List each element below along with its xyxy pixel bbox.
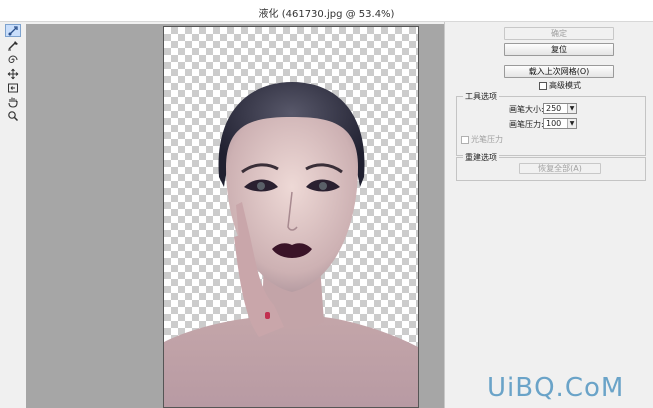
bloat-tool[interactable] xyxy=(5,67,21,80)
load-last-mesh-button[interactable]: 载入上次网格(O) xyxy=(504,65,614,78)
liquify-toolbar xyxy=(4,24,22,134)
twirl-icon xyxy=(8,55,18,63)
push-left-tool[interactable] xyxy=(5,81,21,94)
twirl-tool[interactable] xyxy=(5,53,21,66)
chevron-down-icon[interactable]: ▼ xyxy=(567,119,576,128)
push-left-icon xyxy=(8,83,18,92)
reset-button[interactable]: 复位 xyxy=(504,43,614,56)
tool-options-legend: 工具选项 xyxy=(463,91,499,102)
checkbox-box[interactable] xyxy=(461,135,469,144)
forward-warp-icon xyxy=(8,25,18,35)
brush-pressure-select[interactable]: 100 ▼ xyxy=(543,118,577,129)
hand-icon xyxy=(8,97,18,108)
brush-pressure-value: 100 xyxy=(546,119,562,128)
bloat-icon xyxy=(7,68,19,79)
reconstruct-tool[interactable] xyxy=(5,38,21,51)
title-bar: 液化 (461730.jpg @ 53.4%) xyxy=(0,0,653,22)
chevron-down-icon[interactable]: ▼ xyxy=(567,104,576,113)
watermark-logo: UiBQ.CoM xyxy=(487,373,625,403)
stylus-pressure-label: 光笔压力 xyxy=(471,135,503,144)
advanced-mode-checkbox[interactable]: 高级模式 xyxy=(539,80,581,91)
brush-size-value: 250 xyxy=(546,104,562,113)
stylus-pressure-checkbox[interactable]: 光笔压力 xyxy=(461,134,503,145)
restore-all-button[interactable]: 恢复全部(A) xyxy=(519,163,601,174)
image-canvas[interactable] xyxy=(163,26,419,408)
hand-tool[interactable] xyxy=(5,95,21,108)
reconstruct-options-group: 重建选项 恢复全部(A) xyxy=(456,152,646,181)
brush-size-label: 画笔大小: xyxy=(509,105,544,114)
options-panel: 确定 复位 载入上次网格(O) 高级模式 工具选项 画笔大小: 250 ▼ 画笔… xyxy=(444,22,653,408)
brush-size-select[interactable]: 250 ▼ xyxy=(543,103,577,114)
forward-warp-tool[interactable] xyxy=(5,24,21,37)
preview-workspace[interactable] xyxy=(26,24,444,408)
brush-pressure-label: 画笔压力: xyxy=(509,120,544,129)
portrait-image xyxy=(164,82,418,407)
reconstruct-options-legend: 重建选项 xyxy=(463,152,499,163)
ok-button[interactable]: 确定 xyxy=(504,27,614,40)
reconstruct-brush-icon xyxy=(8,40,18,50)
tool-options-group: 工具选项 画笔大小: 250 ▼ 画笔压力: 100 ▼ 光笔压力 xyxy=(456,91,646,156)
advanced-mode-label: 高级模式 xyxy=(549,81,581,90)
zoom-tool[interactable] xyxy=(5,109,21,122)
window-title: 液化 (461730.jpg @ 53.4%) xyxy=(258,9,395,20)
checkbox-box[interactable] xyxy=(539,81,547,90)
zoom-icon xyxy=(8,110,19,121)
